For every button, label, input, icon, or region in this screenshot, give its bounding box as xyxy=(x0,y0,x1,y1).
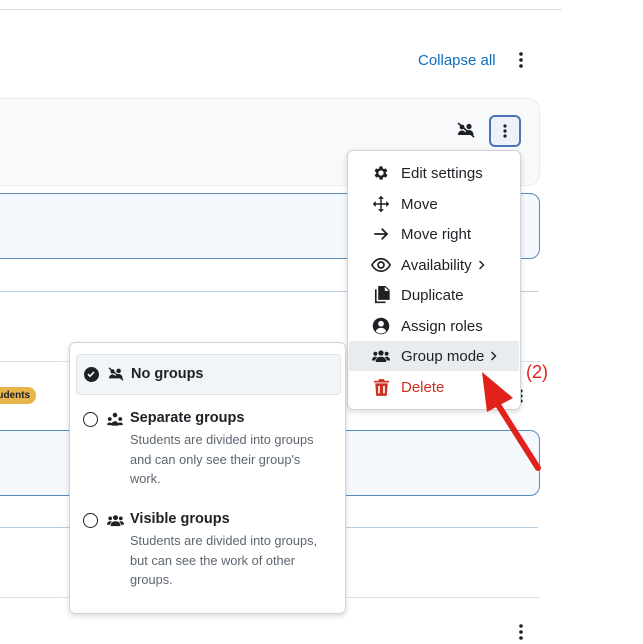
restriction-badge: tudents xyxy=(0,387,37,404)
option-description: Students are divided into groups and can… xyxy=(130,432,314,486)
menu-item-assign-roles[interactable]: Assign roles xyxy=(349,311,519,341)
menu-item-label: Availability xyxy=(401,256,472,274)
no-groups-icon xyxy=(457,122,475,143)
visible-groups-icon xyxy=(107,514,124,532)
radio-empty-icon xyxy=(83,513,98,528)
check-circle-icon xyxy=(84,367,99,382)
menu-item-label: Move right xyxy=(401,225,472,243)
no-groups-icon xyxy=(108,367,124,386)
collapse-all-link[interactable]: Collapse all xyxy=(418,52,496,69)
group-mode-option-no-groups[interactable]: No groups xyxy=(76,354,341,395)
group-mode-option-separate-groups[interactable]: Separate groups Students are divided int… xyxy=(76,403,341,493)
group-mode-submenu: No groups Separate groups Students are d… xyxy=(69,342,346,614)
chevron-right-icon xyxy=(478,257,485,274)
menu-item-label: Duplicate xyxy=(401,286,464,304)
annotation-step-label: (2) xyxy=(526,362,548,382)
trash-icon xyxy=(371,377,391,397)
course-actions-kebab-icon[interactable] xyxy=(509,48,533,72)
option-description: Students are divided into groups, but ca… xyxy=(130,533,318,587)
option-title: Separate groups xyxy=(130,410,245,426)
top-divider xyxy=(0,9,562,10)
arrow-right-icon xyxy=(371,224,391,244)
section-kebab-icon[interactable] xyxy=(509,620,533,644)
menu-item-edit-settings[interactable]: Edit settings xyxy=(349,158,519,188)
menu-item-availability[interactable]: Availability xyxy=(349,250,519,280)
copy-icon xyxy=(371,285,391,305)
option-title: Visible groups xyxy=(130,511,230,527)
move-icon xyxy=(371,194,391,214)
menu-item-label: Assign roles xyxy=(401,317,483,335)
menu-item-label: Edit settings xyxy=(401,164,483,182)
menu-item-label: Move xyxy=(401,195,438,213)
group-mode-option-visible-groups[interactable]: Visible groups Students are divided into… xyxy=(76,504,341,594)
menu-item-label: Delete xyxy=(401,378,445,396)
users-icon xyxy=(371,346,391,366)
option-title: No groups xyxy=(131,366,204,382)
user-circle-icon xyxy=(371,316,391,336)
menu-item-move-right[interactable]: Move right xyxy=(349,219,519,249)
radio-empty-icon xyxy=(83,412,98,427)
menu-item-duplicate[interactable]: Duplicate xyxy=(349,280,519,310)
eye-icon xyxy=(371,255,391,275)
menu-item-move[interactable]: Move xyxy=(349,189,519,219)
section-actions-kebab-icon[interactable] xyxy=(489,115,521,147)
gear-icon xyxy=(371,163,391,183)
separate-groups-icon xyxy=(107,412,123,431)
